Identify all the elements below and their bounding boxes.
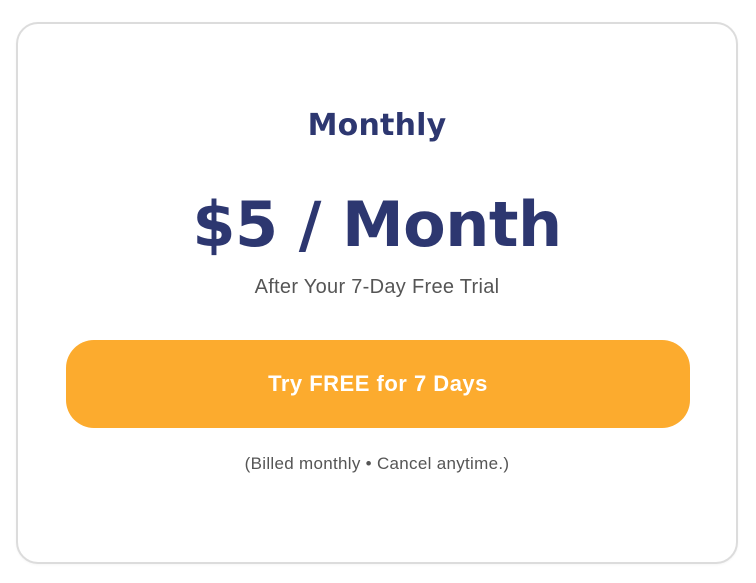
try-free-button[interactable]: Try FREE for 7 Days xyxy=(66,340,690,428)
billing-note: (Billed monthly • Cancel anytime.) xyxy=(244,454,510,473)
plan-title: Monthly xyxy=(307,108,447,143)
plan-price: $5 / Month xyxy=(192,188,562,261)
trial-note: After Your 7-Day Free Trial xyxy=(254,276,500,298)
pricing-card: Monthly $5 / Month After Your 7-Day Free… xyxy=(16,22,738,564)
